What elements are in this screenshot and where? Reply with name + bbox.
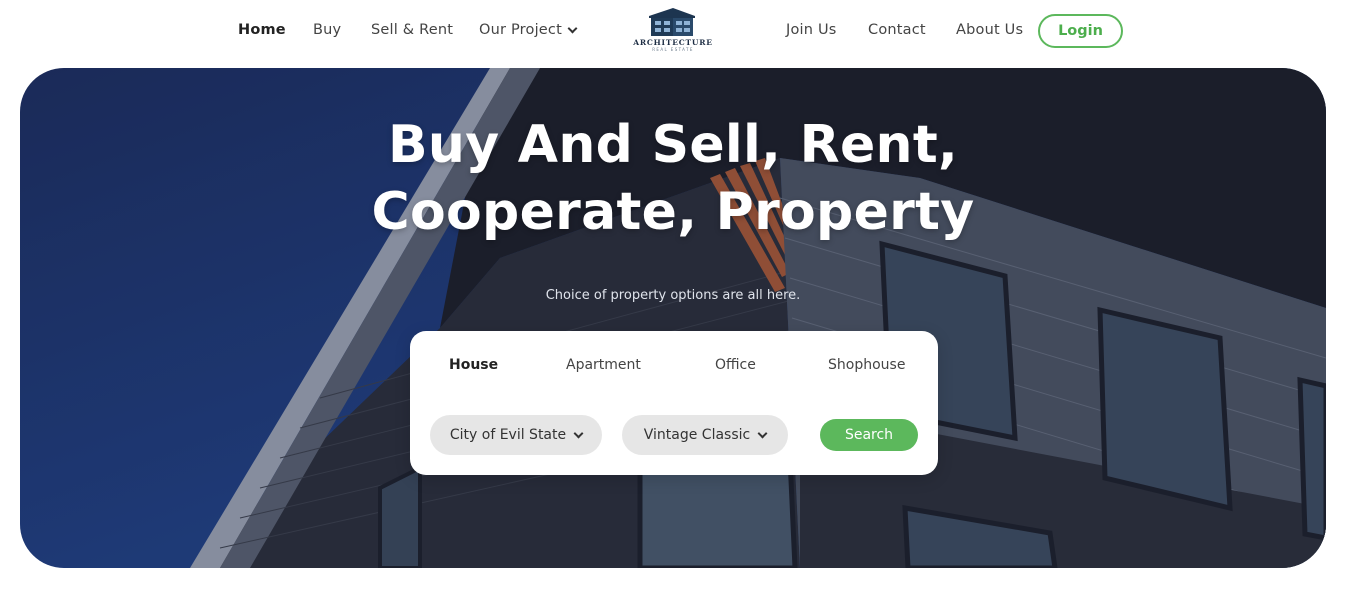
style-select-value: Vintage Classic	[643, 427, 751, 443]
location-select-value: City of Evil State	[449, 427, 567, 443]
location-select[interactable]: City of Evil State	[430, 415, 602, 455]
building-logo-icon	[649, 8, 695, 36]
chevron-down-icon	[573, 428, 584, 438]
chevron-down-icon	[757, 428, 768, 438]
logo-tagline: REAL ESTATE	[652, 47, 694, 52]
nav-sell-rent-link[interactable]: Sell & Rent	[371, 22, 453, 38]
tab-shophouse[interactable]: Shophouse	[828, 357, 905, 373]
login-button[interactable]: Login	[1038, 14, 1123, 48]
hero-title: Buy And Sell, Rent, Cooperate, Property	[20, 112, 1326, 246]
chevron-down-icon	[567, 23, 578, 33]
hero-title-line-2: Cooperate, Property	[371, 182, 975, 242]
tab-office[interactable]: Office	[715, 357, 756, 373]
style-select[interactable]: Vintage Classic	[622, 415, 788, 455]
hero-banner: Buy And Sell, Rent, Cooperate, Property …	[20, 68, 1326, 568]
nav-home-link[interactable]: Home	[238, 22, 286, 38]
nav-join-us-link[interactable]: Join Us	[786, 22, 837, 38]
hero-title-line-1: Buy And Sell, Rent,	[387, 115, 959, 175]
tab-house[interactable]: House	[449, 357, 498, 373]
nav-buy-link[interactable]: Buy	[313, 22, 341, 38]
search-button[interactable]: Search	[820, 419, 918, 451]
tab-apartment[interactable]: Apartment	[566, 357, 641, 373]
nav-our-project-label: Our Project	[479, 22, 562, 38]
nav-our-project-dropdown[interactable]: Our Project	[479, 22, 578, 38]
hero-subtitle: Choice of property options are all here.	[545, 288, 801, 303]
brand-logo[interactable]: ARCHITECTURE REAL ESTATE	[633, 6, 713, 52]
nav-about-us-link[interactable]: About Us	[956, 22, 1023, 38]
property-search-card: House Apartment Office Shophouse City of…	[410, 331, 938, 475]
nav-contact-link[interactable]: Contact	[868, 22, 926, 38]
top-navigation: Home Buy Sell & Rent Our Project ARCHITE…	[0, 0, 1345, 62]
logo-name: ARCHITECTURE	[633, 38, 713, 47]
